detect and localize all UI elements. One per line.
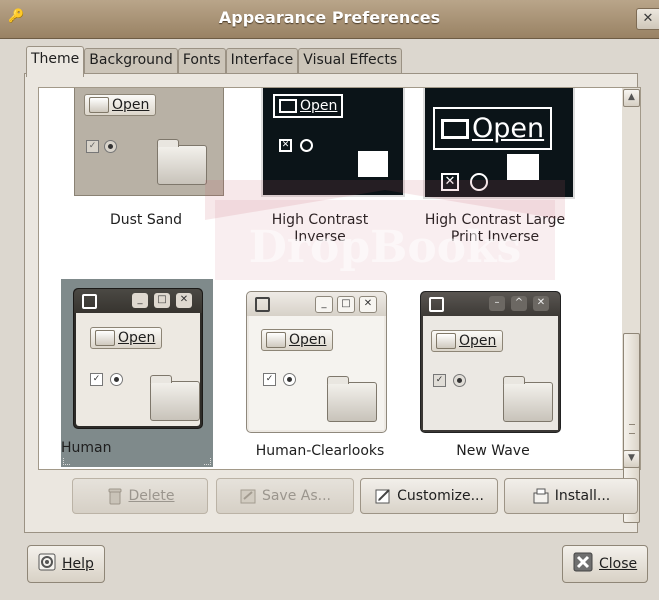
theme-preview-dust-sand[interactable]: Open ✓ [74,88,224,196]
open-icon [436,333,456,349]
folder-icon [503,376,553,422]
preview-titlebar: – ^ ✕ [421,292,560,316]
trash-icon [106,487,124,505]
folder-icon [157,139,207,185]
window-title: Appearance Preferences [218,8,441,27]
preview-body: Open ✓ [249,316,384,430]
theme-item-high-contrast-inverse[interactable]: High Contrast Inverse [232,212,408,246]
tab-interface[interactable]: Interface [225,48,299,75]
maximize-icon: □ [154,293,170,308]
theme-preview-human: _ □ ✕ Open ✓ [73,288,203,429]
save-as-button[interactable]: Save As... [216,478,354,514]
tab-fonts[interactable]: Fonts [177,48,226,75]
folder-open-icon [441,118,469,139]
theme-name: Dust Sand [109,212,183,228]
tab-theme[interactable]: Theme [26,46,85,77]
customize-button[interactable]: Customize... [360,478,498,514]
open-icon [95,330,115,346]
window-menu-icon [429,297,444,312]
folder-open-icon [279,99,297,113]
preview-checkbox: ✓ [263,373,276,386]
install-icon [532,487,550,505]
preview-radio [110,373,123,386]
maximize-icon: □ [337,296,355,313]
folder-icon [358,151,388,177]
theme-name-line1: High Contrast [271,212,369,228]
theme-name-line1: High Contrast Large [424,212,566,228]
preview-checkbox: ✕ [279,139,292,152]
preview-radio [104,140,117,153]
preview-body: Open ✓ [76,313,200,426]
open-icon [266,332,286,348]
preview-radio [470,173,488,191]
preview-open-button: Open [433,107,553,150]
install-button[interactable]: Install... [504,478,638,514]
title-bar: 🔑 Appearance Preferences ✕ [0,0,659,39]
selection-corner [204,458,211,465]
close-icon: ✕ [359,296,377,313]
window-menu-icon [255,297,270,312]
maximize-icon: ^ [511,296,527,311]
theme-list[interactable]: Open ✓ Dust Sand Open ✕ High Contrast In… [38,87,624,470]
preview-radio [283,373,296,386]
preview-checkbox: ✓ [90,373,103,386]
theme-item-high-contrast-large-print-inverse[interactable]: High Contrast Large Print Inverse [405,212,585,246]
minimize-icon: – [489,296,505,311]
theme-name-line2: Inverse [294,229,346,245]
preview-checkbox: ✕ [441,173,459,191]
theme-preview-new-wave[interactable]: – ^ ✕ Open ✓ [420,291,561,433]
scroll-up-arrow-icon[interactable]: ▲ [623,89,640,107]
theme-name: New Wave [456,443,530,459]
tab-bar: Theme Background Fonts Interface Visual … [26,46,403,77]
preview-open-button: Open [261,329,334,351]
theme-item-dust-sand[interactable]: Dust Sand [58,212,234,229]
folder-icon [507,154,539,180]
theme-name-line2: Print Inverse [450,229,540,245]
theme-preview-human-clearlooks[interactable]: _ □ ✕ Open ✓ [246,291,387,433]
grip-icon [629,424,635,434]
close-icon: ✕ [533,296,549,311]
preview-titlebar: _ □ ✕ [247,292,386,316]
tab-visual-effects[interactable]: Visual Effects [298,48,403,75]
scroll-down-arrow-icon[interactable]: ▼ [623,450,640,468]
preview-open-button: Open [273,94,344,118]
help-icon [38,553,56,575]
preview-checkbox: ✓ [86,140,99,153]
preview-radio [453,374,466,387]
customize-icon [374,487,392,505]
preview-radio [300,139,313,152]
window-menu-icon [82,294,97,309]
save-as-icon [239,487,257,505]
folder-icon [150,375,200,421]
window-close-button[interactable]: ✕ [636,8,659,30]
tab-background[interactable]: Background [84,48,178,75]
selection-corner [63,458,70,465]
close-icon [573,552,593,576]
preview-open-button: Open [84,94,157,116]
theme-preview-high-contrast-inverse[interactable]: Open ✕ [261,88,405,197]
theme-item-human-clearlooks[interactable]: Human-Clearlooks [232,443,408,460]
preview-open-button: Open [431,330,504,352]
delete-button[interactable]: Delete [72,478,208,514]
theme-list-scrollbar[interactable]: ▲ ▼ [622,87,641,523]
preview-body: Open ✓ [423,316,558,430]
preview-titlebar: _ □ ✕ [74,289,202,313]
close-button[interactable]: Close [562,545,649,583]
help-button[interactable]: Help [27,545,105,583]
close-icon: ✕ [176,293,192,308]
theme-name: Human [61,440,112,456]
theme-name: Human-Clearlooks [255,443,385,459]
folder-icon [327,376,377,422]
theme-item-human[interactable]: _ □ ✕ Open ✓ Human [61,279,213,467]
theme-item-new-wave[interactable]: New Wave [405,443,581,460]
minimize-icon: _ [132,293,148,308]
preview-open-button: Open [90,327,163,349]
minimize-icon: _ [315,296,333,313]
theme-preview-high-contrast-large-print-inverse[interactable]: Open ✕ [423,88,575,199]
open-icon [89,97,109,113]
preview-checkbox: ✓ [433,374,446,387]
